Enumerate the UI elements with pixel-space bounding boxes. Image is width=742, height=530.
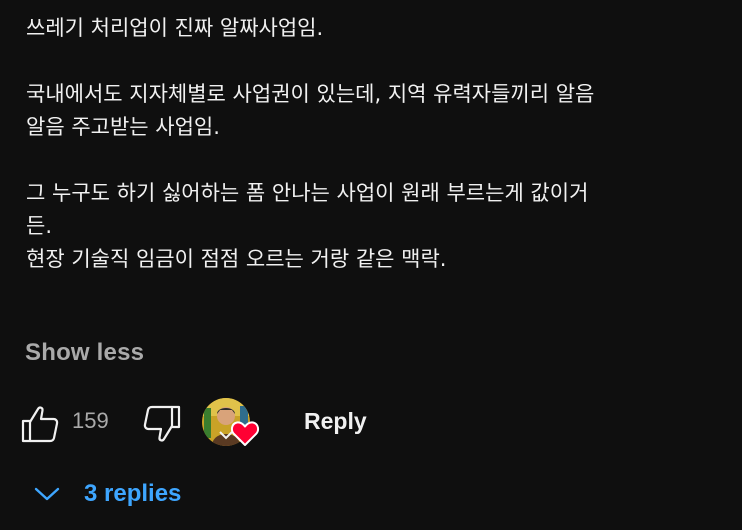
comment-line: 현장 기술직 임금이 점점 오르는 거랑 같은 맥락. (26, 247, 447, 271)
heart-icon (230, 418, 260, 448)
like-button[interactable] (20, 404, 62, 444)
comment-actions: 159 Reply (20, 396, 720, 448)
view-replies-button[interactable]: 3 replies (34, 476, 181, 512)
show-less-button[interactable]: Show less (25, 339, 144, 367)
like-count: 159 (72, 408, 109, 433)
replies-count-label: 3 replies (84, 480, 182, 507)
chevron-down-icon (34, 487, 60, 501)
comment-line: 든. (26, 214, 52, 238)
comment-text: 쓰레기 처리업이 진짜 알짜사업임. 국내에서도 지자체별로 사업권이 있는데,… (26, 12, 726, 276)
comment-line: 국내에서도 지자체별로 사업권이 있는데, 지역 유력자들끼리 알음 (26, 82, 595, 106)
thumb-down-icon (143, 405, 181, 442)
dislike-button[interactable] (142, 404, 184, 444)
comment: 쓰레기 처리업이 진짜 알짜사업임. 국내에서도 지자체별로 사업권이 있는데,… (26, 12, 726, 276)
creator-heart (200, 396, 260, 450)
comment-line: 쓰레기 처리업이 진짜 알짜사업임. (26, 16, 324, 40)
comment-line: 그 누구도 하기 싫어하는 폼 안나는 사업이 원래 부르는게 값이거 (26, 181, 589, 205)
comment-line: 알음 주고받는 사업임. (26, 115, 220, 139)
reply-button[interactable]: Reply (304, 408, 367, 435)
thumb-up-icon (21, 406, 59, 443)
